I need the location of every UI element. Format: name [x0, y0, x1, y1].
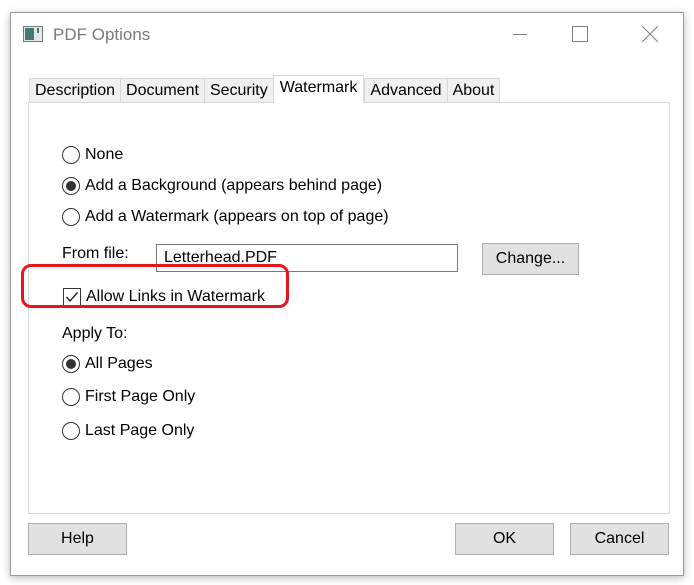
- radio-all-pages[interactable]: All Pages: [62, 355, 153, 373]
- radio-label: Last Page Only: [85, 422, 195, 439]
- radio-dot: [66, 359, 76, 369]
- close-icon: [642, 26, 658, 42]
- tab-security[interactable]: Security: [203, 78, 273, 102]
- radio-none[interactable]: None: [62, 146, 123, 164]
- tab-advanced[interactable]: Advanced: [364, 78, 447, 102]
- radio-label: All Pages: [85, 355, 153, 372]
- minimize-button[interactable]: [497, 19, 543, 49]
- radio-last-page-only[interactable]: Last Page Only: [62, 422, 194, 440]
- minimize-icon: [513, 34, 527, 35]
- radio-button[interactable]: [62, 208, 80, 226]
- help-button[interactable]: Help: [28, 523, 127, 555]
- close-button[interactable]: [627, 19, 673, 49]
- radio-add-watermark[interactable]: Add a Watermark (appears on top of page): [62, 208, 389, 226]
- maximize-icon: [572, 26, 588, 42]
- tab-description[interactable]: Description: [29, 78, 121, 102]
- tab-about[interactable]: About: [446, 78, 501, 102]
- radio-button[interactable]: [62, 146, 80, 164]
- maximize-button[interactable]: [557, 19, 603, 49]
- app-icon: [23, 26, 43, 42]
- tab-document[interactable]: Document: [120, 78, 204, 102]
- radio-add-background[interactable]: Add a Background (appears behind page): [62, 177, 382, 195]
- cancel-button[interactable]: Cancel: [570, 523, 669, 555]
- tab-watermark[interactable]: Watermark: [272, 75, 365, 103]
- radio-dot: [66, 181, 76, 191]
- ok-button[interactable]: OK: [455, 523, 554, 555]
- radio-label: Add a Background (appears behind page): [85, 177, 383, 194]
- apply-to-label: Apply To:: [62, 325, 128, 342]
- watermark-panel: None Add a Background (appears behind pa…: [28, 102, 670, 514]
- change-button[interactable]: Change...: [482, 243, 579, 275]
- tab-bar: Description Document Security Watermark …: [29, 75, 501, 103]
- radio-label: First Page Only: [85, 388, 196, 405]
- radio-button-selected[interactable]: [62, 177, 80, 195]
- radio-button[interactable]: [62, 388, 80, 406]
- window-title: PDF Options: [53, 25, 151, 44]
- title-bar: PDF Options: [11, 13, 683, 59]
- radio-first-page-only[interactable]: First Page Only: [62, 388, 195, 406]
- radio-label: None: [85, 146, 124, 163]
- annotation-highlight: [21, 264, 289, 308]
- radio-button-selected[interactable]: [62, 355, 80, 373]
- radio-button[interactable]: [62, 422, 80, 440]
- radio-label: Add a Watermark (appears on top of page): [85, 208, 389, 225]
- from-file-label: From file:: [62, 245, 129, 262]
